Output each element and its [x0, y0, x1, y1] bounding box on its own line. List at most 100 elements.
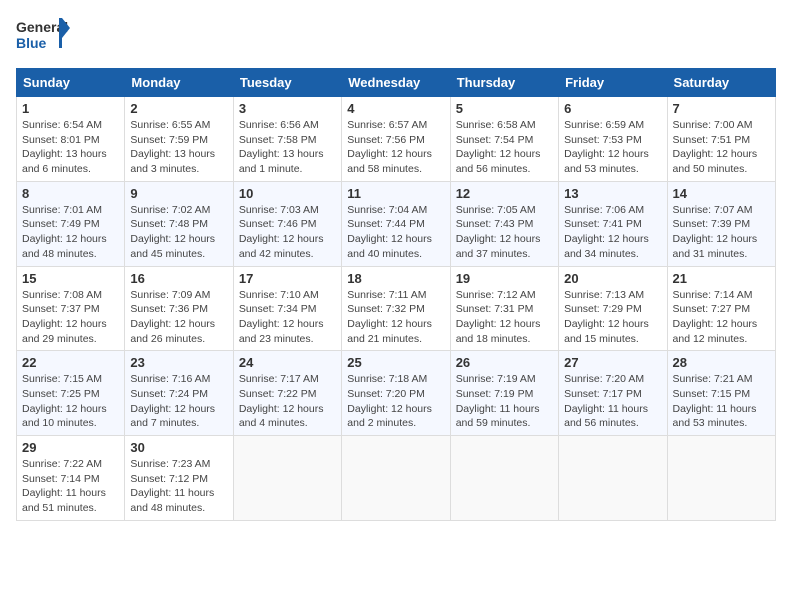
day-number: 28 [673, 355, 770, 370]
day-info: Sunrise: 7:01 AM Sunset: 7:49 PM Dayligh… [22, 203, 119, 262]
calendar-cell: 22Sunrise: 7:15 AM Sunset: 7:25 PM Dayli… [17, 351, 125, 436]
day-info: Sunrise: 7:08 AM Sunset: 7:37 PM Dayligh… [22, 288, 119, 347]
day-number: 4 [347, 101, 444, 116]
calendar-week-row: 29 Sunrise: 7:22 AM Sunset: 7:14 PM Dayli… [17, 436, 776, 521]
calendar-cell: 3Sunrise: 6:56 AM Sunset: 7:58 PM Daylig… [233, 97, 341, 182]
calendar-cell [342, 436, 450, 521]
day-number: 18 [347, 271, 444, 286]
calendar-cell: 2 Sunrise: 6:55 AM Sunset: 7:59 PM Daylig… [125, 97, 233, 182]
day-number: 10 [239, 186, 336, 201]
calendar-cell: 21 Sunrise: 7:14 AM Sunset: 7:27 PM Dayli… [667, 266, 775, 351]
day-info: Sunrise: 7:16 AM Sunset: 7:24 PM Dayligh… [130, 372, 227, 431]
calendar-cell: 10 Sunrise: 7:03 AM Sunset: 7:46 PM Dayli… [233, 181, 341, 266]
day-number: 9 [130, 186, 227, 201]
day-info: Sunrise: 7:23 AM Sunset: 7:12 PM Dayligh… [130, 457, 227, 516]
calendar-cell: 29 Sunrise: 7:22 AM Sunset: 7:14 PM Dayli… [17, 436, 125, 521]
calendar-header-tuesday: Tuesday [233, 69, 341, 97]
calendar-table: SundayMondayTuesdayWednesdayThursdayFrid… [16, 68, 776, 521]
day-number: 5 [456, 101, 553, 116]
day-number: 7 [673, 101, 770, 116]
day-number: 29 [22, 440, 119, 455]
calendar-header-thursday: Thursday [450, 69, 558, 97]
day-number: 26 [456, 355, 553, 370]
svg-text:Blue: Blue [16, 35, 47, 51]
calendar-cell: 16Sunrise: 7:09 AM Sunset: 7:36 PM Dayli… [125, 266, 233, 351]
day-number: 6 [564, 101, 661, 116]
calendar-cell: 8 Sunrise: 7:01 AM Sunset: 7:49 PM Daylig… [17, 181, 125, 266]
calendar-cell [450, 436, 558, 521]
day-number: 8 [22, 186, 119, 201]
day-number: 20 [564, 271, 661, 286]
day-number: 24 [239, 355, 336, 370]
day-number: 15 [22, 271, 119, 286]
calendar-body: 1 Sunrise: 6:54 AM Sunset: 8:01 PM Daylig… [17, 97, 776, 521]
calendar-cell: 14 Sunrise: 7:07 AM Sunset: 7:39 PM Dayli… [667, 181, 775, 266]
day-number: 19 [456, 271, 553, 286]
logo-svg: GeneralBlue [16, 16, 71, 56]
calendar-header-friday: Friday [559, 69, 667, 97]
day-number: 12 [456, 186, 553, 201]
day-info: Sunrise: 7:05 AM Sunset: 7:43 PM Dayligh… [456, 203, 553, 262]
calendar-cell: 13Sunrise: 7:06 AM Sunset: 7:41 PM Dayli… [559, 181, 667, 266]
calendar-cell: 15 Sunrise: 7:08 AM Sunset: 7:37 PM Dayli… [17, 266, 125, 351]
day-info: Sunrise: 7:17 AM Sunset: 7:22 PM Dayligh… [239, 372, 336, 431]
day-info: Sunrise: 6:54 AM Sunset: 8:01 PM Dayligh… [22, 118, 119, 177]
day-number: 17 [239, 271, 336, 286]
day-number: 13 [564, 186, 661, 201]
calendar-cell: 30Sunrise: 7:23 AM Sunset: 7:12 PM Dayli… [125, 436, 233, 521]
calendar-header-monday: Monday [125, 69, 233, 97]
calendar-header-sunday: Sunday [17, 69, 125, 97]
logo: GeneralBlue [16, 16, 71, 56]
day-number: 1 [22, 101, 119, 116]
day-info: Sunrise: 7:21 AM Sunset: 7:15 PM Dayligh… [673, 372, 770, 431]
day-number: 23 [130, 355, 227, 370]
day-number: 22 [22, 355, 119, 370]
day-info: Sunrise: 7:07 AM Sunset: 7:39 PM Dayligh… [673, 203, 770, 262]
calendar-cell: 23 Sunrise: 7:16 AM Sunset: 7:24 PM Dayli… [125, 351, 233, 436]
day-info: Sunrise: 7:03 AM Sunset: 7:46 PM Dayligh… [239, 203, 336, 262]
calendar-cell [667, 436, 775, 521]
day-info: Sunrise: 7:10 AM Sunset: 7:34 PM Dayligh… [239, 288, 336, 347]
calendar-header-wednesday: Wednesday [342, 69, 450, 97]
calendar-cell [559, 436, 667, 521]
day-number: 16 [130, 271, 227, 286]
calendar-cell: 25 Sunrise: 7:18 AM Sunset: 7:20 PM Dayli… [342, 351, 450, 436]
calendar-cell: 24 Sunrise: 7:17 AM Sunset: 7:22 PM Dayli… [233, 351, 341, 436]
day-info: Sunrise: 7:19 AM Sunset: 7:19 PM Dayligh… [456, 372, 553, 431]
day-number: 14 [673, 186, 770, 201]
calendar-cell: 5 Sunrise: 6:58 AM Sunset: 7:54 PM Daylig… [450, 97, 558, 182]
calendar-week-row: 15 Sunrise: 7:08 AM Sunset: 7:37 PM Dayli… [17, 266, 776, 351]
calendar-cell: 28 Sunrise: 7:21 AM Sunset: 7:15 PM Dayli… [667, 351, 775, 436]
day-info: Sunrise: 7:11 AM Sunset: 7:32 PM Dayligh… [347, 288, 444, 347]
calendar-week-row: 22Sunrise: 7:15 AM Sunset: 7:25 PM Dayli… [17, 351, 776, 436]
day-info: Sunrise: 7:22 AM Sunset: 7:14 PM Dayligh… [22, 457, 119, 516]
calendar-header-row: SundayMondayTuesdayWednesdayThursdayFrid… [17, 69, 776, 97]
day-info: Sunrise: 6:58 AM Sunset: 7:54 PM Dayligh… [456, 118, 553, 177]
day-info: Sunrise: 6:55 AM Sunset: 7:59 PM Dayligh… [130, 118, 227, 177]
day-info: Sunrise: 7:12 AM Sunset: 7:31 PM Dayligh… [456, 288, 553, 347]
day-number: 11 [347, 186, 444, 201]
calendar-header-saturday: Saturday [667, 69, 775, 97]
calendar-cell [233, 436, 341, 521]
calendar-cell: 27Sunrise: 7:20 AM Sunset: 7:17 PM Dayli… [559, 351, 667, 436]
day-number: 21 [673, 271, 770, 286]
calendar-cell: 9 Sunrise: 7:02 AM Sunset: 7:48 PM Daylig… [125, 181, 233, 266]
day-info: Sunrise: 7:18 AM Sunset: 7:20 PM Dayligh… [347, 372, 444, 431]
day-info: Sunrise: 7:13 AM Sunset: 7:29 PM Dayligh… [564, 288, 661, 347]
day-info: Sunrise: 7:04 AM Sunset: 7:44 PM Dayligh… [347, 203, 444, 262]
day-number: 25 [347, 355, 444, 370]
calendar-cell: 18 Sunrise: 7:11 AM Sunset: 7:32 PM Dayli… [342, 266, 450, 351]
calendar-week-row: 1 Sunrise: 6:54 AM Sunset: 8:01 PM Daylig… [17, 97, 776, 182]
day-info: Sunrise: 7:14 AM Sunset: 7:27 PM Dayligh… [673, 288, 770, 347]
day-info: Sunrise: 7:20 AM Sunset: 7:17 PM Dayligh… [564, 372, 661, 431]
day-number: 2 [130, 101, 227, 116]
day-info: Sunrise: 6:59 AM Sunset: 7:53 PM Dayligh… [564, 118, 661, 177]
calendar-cell: 26 Sunrise: 7:19 AM Sunset: 7:19 PM Dayli… [450, 351, 558, 436]
calendar-cell: 4Sunrise: 6:57 AM Sunset: 7:56 PM Daylig… [342, 97, 450, 182]
calendar-week-row: 8 Sunrise: 7:01 AM Sunset: 7:49 PM Daylig… [17, 181, 776, 266]
calendar-cell: 1 Sunrise: 6:54 AM Sunset: 8:01 PM Daylig… [17, 97, 125, 182]
calendar-cell: 17 Sunrise: 7:10 AM Sunset: 7:34 PM Dayli… [233, 266, 341, 351]
calendar-cell: 7Sunrise: 7:00 AM Sunset: 7:51 PM Daylig… [667, 97, 775, 182]
calendar-cell: 20 Sunrise: 7:13 AM Sunset: 7:29 PM Dayli… [559, 266, 667, 351]
day-info: Sunrise: 7:02 AM Sunset: 7:48 PM Dayligh… [130, 203, 227, 262]
